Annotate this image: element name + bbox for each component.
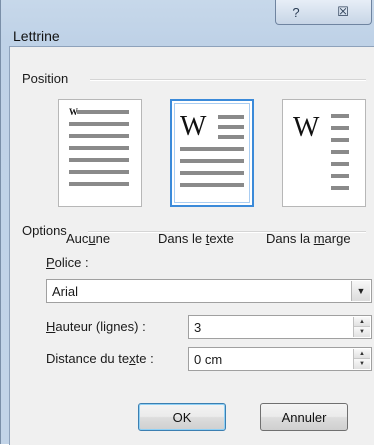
options-group-label: Options (22, 223, 67, 238)
drop-letter-large: W (180, 111, 207, 142)
help-button[interactable]: ? (275, 0, 317, 25)
chevron-down-icon: ▼ (356, 286, 366, 296)
height-lines-spin-buttons: ▲ ▼ (353, 317, 370, 337)
position-option-in-text[interactable]: W (170, 99, 254, 207)
text-distance-spin-buttons: ▲ ▼ (353, 349, 370, 369)
height-lines-decrement[interactable]: ▼ (354, 327, 370, 337)
font-select[interactable]: Arial ▼ (46, 279, 372, 303)
height-lines-label: Hauteur (lignes) : (46, 319, 146, 334)
height-lines-value: 3 (194, 320, 202, 335)
position-group-divider (90, 79, 366, 81)
title-bar[interactable]: Lettrine ? ☒ (1, 0, 374, 46)
height-lines-spinner[interactable]: 3 ▲ ▼ (188, 315, 372, 339)
height-lines-increment[interactable]: ▲ (354, 317, 370, 327)
position-option-in-margin-label[interactable]: Dans la marge (266, 231, 351, 246)
text-distance-value: 0 cm (194, 352, 223, 367)
text-distance-spinner[interactable]: 0 cm ▲ ▼ (188, 347, 372, 371)
arrow-up-icon: ▲ (359, 318, 365, 325)
cancel-button[interactable]: Annuler (260, 403, 348, 431)
text-distance-label: Distance du texte : (46, 351, 154, 366)
arrow-down-icon: ▼ (359, 329, 365, 335)
text-distance-decrement[interactable]: ▼ (354, 359, 370, 369)
position-group-label: Position (22, 71, 69, 86)
position-option-in-margin[interactable]: W (282, 99, 366, 207)
options-group-divider (88, 231, 366, 233)
ok-button[interactable]: OK (138, 403, 226, 431)
font-label: Police : (46, 255, 89, 270)
arrow-down-icon: ▼ (359, 361, 365, 367)
window-title: Lettrine (13, 28, 60, 44)
font-select-dropdown-button[interactable]: ▼ (351, 281, 370, 301)
drop-letter-margin: W (293, 112, 320, 143)
close-icon: ☒ (337, 4, 349, 19)
dialog-body: Position W W W Aucune Dans le texte Dans… (9, 46, 374, 445)
arrow-up-icon: ▲ (359, 350, 365, 357)
position-option-none-label[interactable]: Aucune (66, 231, 110, 246)
position-option-none[interactable]: W (58, 99, 142, 207)
position-option-in-text-label[interactable]: Dans le texte (158, 231, 234, 246)
font-select-value: Arial (52, 284, 79, 299)
dialog-window: Lettrine ? ☒ Position W W W Aucune Dans … (0, 0, 374, 445)
text-distance-increment[interactable]: ▲ (354, 349, 370, 359)
help-icon: ? (292, 4, 300, 20)
close-button[interactable]: ☒ (315, 0, 372, 25)
